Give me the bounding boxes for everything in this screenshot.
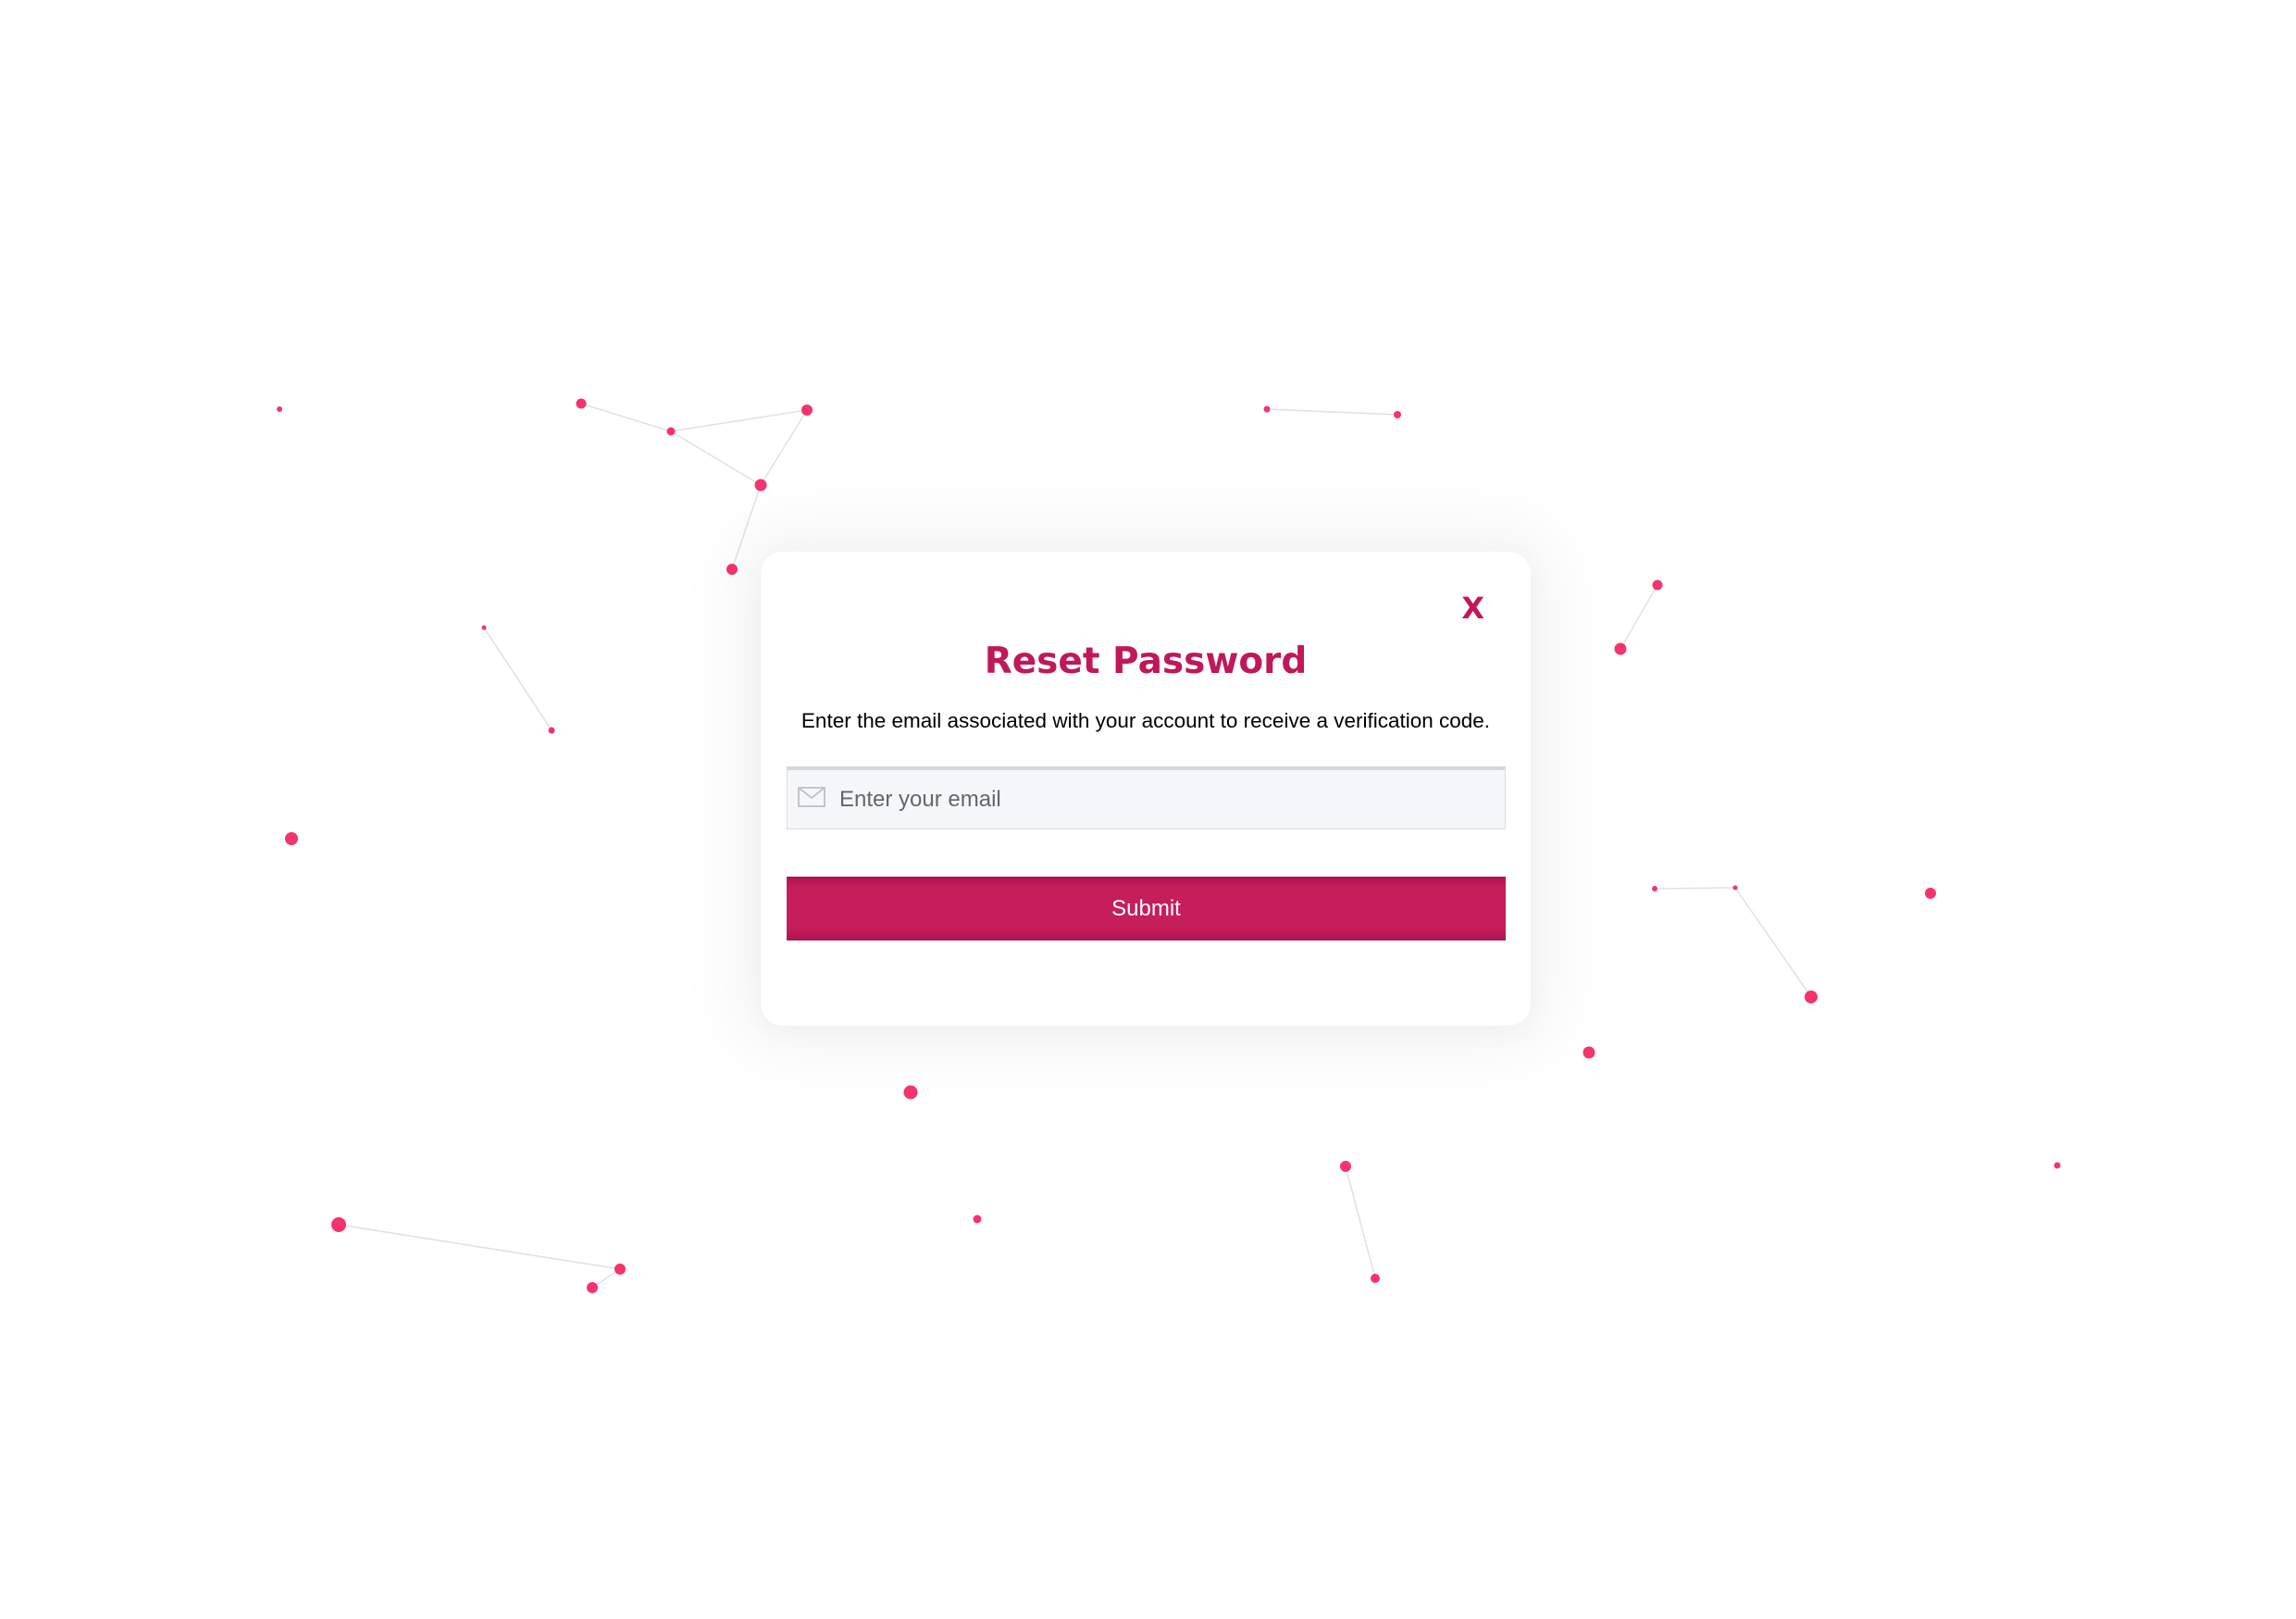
particle-link [760, 409, 808, 486]
particle-dot [481, 625, 487, 630]
modal-description: Enter the email associated with your acc… [800, 709, 1491, 732]
particle-dot [1614, 642, 1627, 655]
close-button[interactable]: X [1461, 592, 1484, 624]
particle-dot [331, 1217, 346, 1232]
particle-dot [1925, 888, 1936, 899]
particle-link [670, 409, 808, 432]
particle-dot [1582, 1046, 1595, 1059]
particle-dot [903, 1085, 918, 1100]
particle-dot [726, 564, 738, 575]
particle-link [731, 484, 762, 570]
email-field[interactable] [787, 766, 1506, 829]
particle-dot [2054, 1162, 2061, 1169]
particle-dot [285, 832, 298, 845]
particle-dot [666, 427, 676, 436]
particle-link [670, 430, 762, 486]
modal-title: Reset Password [984, 641, 1308, 682]
particle-link [483, 627, 552, 731]
particle-link [1266, 408, 1398, 416]
particle-dot [614, 1264, 626, 1275]
particle-dot [1371, 1274, 1380, 1283]
particle-dot [1805, 990, 1818, 1003]
particle-dot [1263, 405, 1271, 413]
particle-dot [576, 398, 587, 409]
particle-dot [973, 1214, 982, 1224]
page-background: X Reset Password Enter the email associa… [0, 0, 2296, 1619]
particle-link [1734, 887, 1812, 998]
reset-password-modal: X Reset Password Enter the email associa… [761, 552, 1531, 1026]
particle-dot [1652, 579, 1663, 591]
particle-dot [587, 1282, 598, 1293]
email-input[interactable] [839, 770, 1487, 828]
particle-link [1620, 584, 1658, 650]
particle-dot [1652, 886, 1657, 891]
particle-link [1345, 1165, 1376, 1279]
submit-button[interactable]: Submit [787, 877, 1506, 940]
particle-link [580, 403, 672, 432]
particle-link [1654, 887, 1736, 890]
mail-icon [798, 787, 825, 807]
particle-dot [1340, 1161, 1351, 1172]
particle-dot [1394, 411, 1401, 418]
particle-dot [754, 479, 767, 492]
particle-dot [548, 727, 555, 734]
particle-dot [1732, 885, 1738, 890]
particle-dot [801, 405, 813, 416]
particle-dot [277, 406, 282, 412]
particle-link [338, 1224, 621, 1270]
